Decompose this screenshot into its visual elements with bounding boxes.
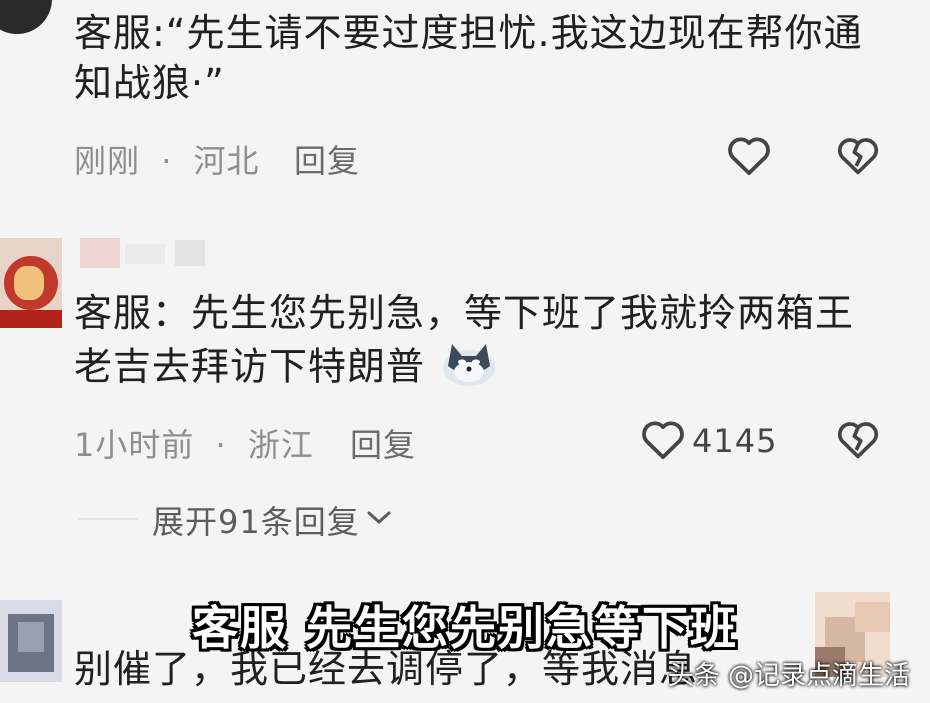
comment-text: 客服：先生您先别急，等下班了我就拎两箱王 老吉去拜访下特朗普 <box>74 288 894 400</box>
comment-meta: 1小时前 · 浙江 <box>74 420 314 466</box>
comment-text: 客服:“先生请不要过度担忧.我这边现在帮你通 知战狼·” <box>74 11 863 105</box>
separator: · <box>161 142 173 180</box>
location: 浙江 <box>247 426 314 464</box>
like-button[interactable]: 4145 <box>640 418 777 464</box>
timestamp: 1小时前 <box>74 426 195 464</box>
wolf-emoji-icon <box>440 338 498 400</box>
separator: · <box>215 426 227 464</box>
reply-button[interactable]: 回复 <box>350 420 416 466</box>
timestamp: 刚刚 <box>74 142 141 180</box>
expand-replies-button[interactable]: 展开91条回复 <box>152 497 392 543</box>
comment-meta: 刚刚 · 河北 <box>74 136 260 182</box>
broken-heart-icon[interactable] <box>836 418 880 464</box>
like-count: 4145 <box>692 422 778 460</box>
avatar[interactable] <box>0 238 62 328</box>
heart-outline-icon <box>640 418 686 464</box>
avatar[interactable] <box>0 0 55 40</box>
expand-label: 展开91条回复 <box>152 503 360 541</box>
heart-outline-icon[interactable] <box>726 134 772 180</box>
video-subtitle: 客服 先生您先别急等下班 <box>191 601 738 655</box>
location: 河北 <box>193 142 260 180</box>
watermark: 头条 @记录点滴生活 <box>667 661 910 691</box>
username-blurred[interactable] <box>80 238 240 268</box>
chevron-down-icon <box>366 509 392 531</box>
reply-button[interactable]: 回复 <box>294 136 360 182</box>
divider-line <box>78 518 138 520</box>
broken-heart-icon[interactable] <box>836 134 880 180</box>
